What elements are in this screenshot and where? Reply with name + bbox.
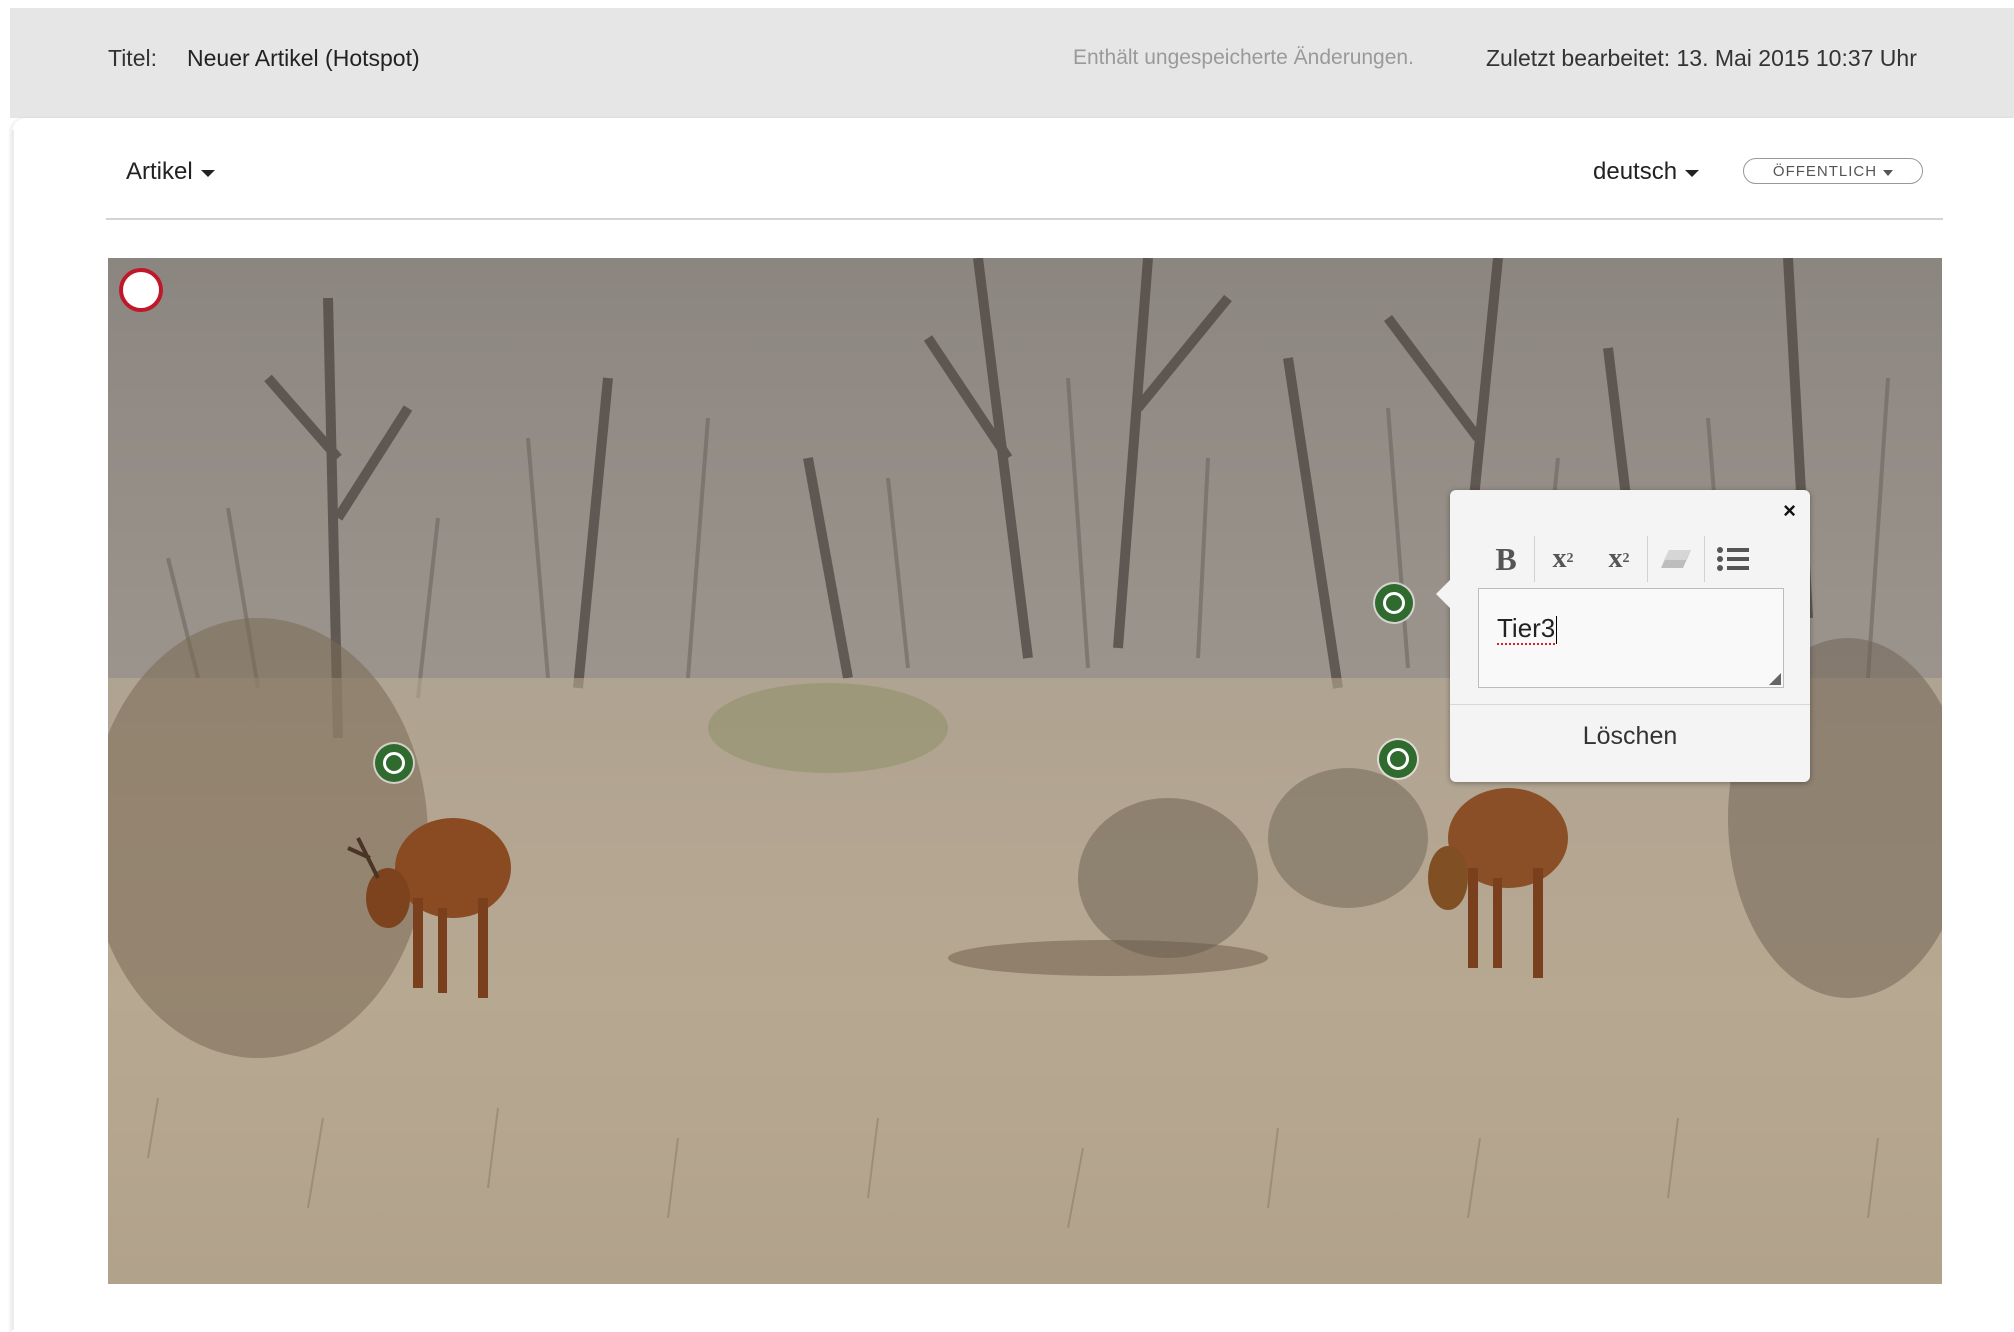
list-icon[interactable] (1705, 534, 1761, 584)
language-menu-label: deutsch (1593, 158, 1678, 185)
unsaved-notice: Enthält ungespeicherte Änderungen. (1073, 46, 1414, 69)
close-icon[interactable]: × (1783, 498, 1796, 524)
hotspot-marker[interactable] (375, 744, 413, 782)
bold-icon[interactable]: B (1478, 534, 1534, 584)
visibility-label: ÖFFENTLICH (1772, 162, 1878, 180)
popover-divider (1450, 704, 1810, 705)
title-value[interactable]: Neuer Artikel (Hotspot) (187, 45, 420, 72)
divider (106, 218, 1943, 220)
hotspot-marker[interactable] (1379, 740, 1417, 778)
hotspot-text-value: Tier3 (1497, 613, 1556, 645)
caret-down-icon (1685, 170, 1700, 177)
last-edited: Zuletzt bearbeitet: 13. Mai 2015 10:37 U… (1486, 45, 1917, 71)
caret-down-icon (1883, 169, 1894, 176)
subscript-icon[interactable]: x2 (1591, 534, 1647, 584)
article-menu[interactable]: Artikel (126, 158, 215, 186)
title-label: Titel: (108, 45, 157, 71)
text-cursor (1556, 616, 1558, 645)
add-hotspot-button[interactable] (119, 268, 163, 312)
hotspot-text-input[interactable]: Tier3 (1478, 588, 1784, 688)
card-edge (12, 130, 14, 1330)
article-menu-label: Artikel (126, 158, 193, 185)
language-menu[interactable]: deutsch (1593, 158, 1700, 186)
visibility-dropdown[interactable]: ÖFFENTLICH (1743, 158, 1923, 184)
hotspot-marker-active[interactable] (1375, 584, 1413, 622)
format-toolbar: B x2 x2 (1478, 534, 1761, 584)
hotspot-popover: × B x2 x2 Tier3 Löschen (1436, 490, 1810, 782)
superscript-icon[interactable]: x2 (1535, 534, 1591, 584)
resize-handle-icon[interactable] (1769, 673, 1781, 685)
eraser-icon[interactable] (1648, 534, 1704, 584)
caret-down-icon (200, 170, 215, 177)
delete-button[interactable]: Löschen (1450, 722, 1810, 751)
